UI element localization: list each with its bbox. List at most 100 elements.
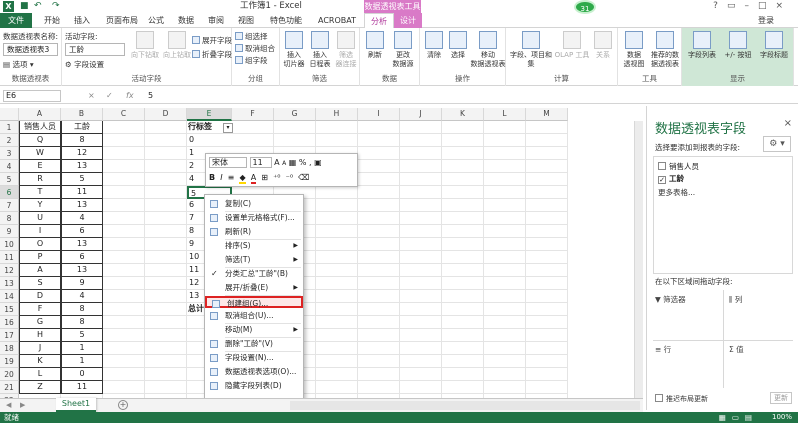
grid-cell[interactable]	[103, 316, 145, 329]
table-cell[interactable]: I	[19, 225, 61, 238]
grid-cell[interactable]	[358, 290, 400, 303]
grid-cell[interactable]	[316, 290, 358, 303]
update-button[interactable]: 更新	[770, 392, 792, 404]
grid-cell[interactable]	[442, 199, 484, 212]
menu-item[interactable]: 移动(M) ▶	[205, 324, 303, 336]
grid-cell[interactable]	[316, 355, 358, 368]
grid-cell[interactable]	[358, 160, 400, 173]
column-header[interactable]: E	[187, 108, 232, 121]
select-all-corner[interactable]	[0, 108, 19, 121]
grid-cell[interactable]	[145, 173, 187, 186]
percent-icon[interactable]: %	[299, 158, 307, 167]
grid-cell[interactable]	[484, 199, 526, 212]
grid-cell[interactable]	[145, 225, 187, 238]
row-header[interactable]: 7	[0, 199, 19, 212]
group-selection-button[interactable]: 组选择	[235, 32, 268, 42]
tab-home[interactable]: 开始	[38, 13, 66, 28]
tab-view[interactable]: 视图	[232, 13, 260, 28]
grid-cell[interactable]	[400, 381, 442, 394]
decrease-decimal-icon[interactable]: ⁻⁰	[286, 173, 293, 182]
grid-cell[interactable]	[484, 290, 526, 303]
grid-cell[interactable]	[358, 303, 400, 316]
view-mode-icons[interactable]: ▦▭▤	[719, 412, 758, 423]
grid-cell[interactable]	[526, 238, 568, 251]
grid-cell[interactable]	[145, 329, 187, 342]
grid-cell[interactable]	[316, 303, 358, 316]
redo-icon[interactable]: ↷	[52, 0, 60, 13]
grid-cell[interactable]	[316, 381, 358, 394]
grid-cell[interactable]	[400, 264, 442, 277]
table-cell[interactable]: G	[19, 316, 61, 329]
grid-cell[interactable]	[103, 160, 145, 173]
vertical-scrollbar[interactable]	[634, 121, 643, 398]
grid-cell[interactable]	[400, 342, 442, 355]
table-cell[interactable]: T	[19, 186, 61, 199]
column-header[interactable]: D	[145, 108, 187, 121]
grid-cell[interactable]	[145, 238, 187, 251]
column-header[interactable]: B	[61, 108, 103, 121]
grid-cell[interactable]	[358, 251, 400, 264]
drill-up-button[interactable]: 向上钻取	[160, 31, 194, 60]
eraser-icon[interactable]: ⌫	[298, 173, 309, 182]
grid-cell[interactable]	[103, 212, 145, 225]
grid-cell[interactable]	[358, 316, 400, 329]
table-cell[interactable]: 8	[61, 303, 103, 316]
table-cell[interactable]: A	[19, 264, 61, 277]
grid-cell[interactable]	[484, 251, 526, 264]
row-header[interactable]: 5	[0, 173, 19, 186]
row-header[interactable]: 17	[0, 329, 19, 342]
row-header[interactable]: 19	[0, 355, 19, 368]
menu-item[interactable]: 字段设置(N)...	[205, 352, 303, 364]
formula-input[interactable]: 5	[148, 90, 153, 102]
insert-slicer-button[interactable]: 插入 切片器	[280, 31, 308, 69]
grid-cell[interactable]	[400, 329, 442, 342]
fill-color-icon[interactable]: ◆	[239, 173, 246, 184]
filters-area[interactable]: ▼ 筛选器	[655, 294, 686, 305]
table-cell[interactable]: L	[19, 368, 61, 381]
table-cell[interactable]: 13	[61, 264, 103, 277]
grid-cell[interactable]	[526, 303, 568, 316]
grid-cell[interactable]	[358, 121, 400, 134]
grid-cell[interactable]	[526, 251, 568, 264]
filter-connections-button[interactable]: 筛选 器连接	[332, 31, 360, 69]
options-button[interactable]: ▤ 选项 ▾	[3, 59, 34, 70]
values-area[interactable]: Σ 值	[729, 344, 744, 355]
grid-cell[interactable]	[526, 134, 568, 147]
grid-cell[interactable]	[400, 147, 442, 160]
grid-cell[interactable]	[103, 381, 145, 394]
field-settings-button[interactable]: ⚙ 字段设置	[65, 59, 104, 70]
column-header[interactable]: K	[442, 108, 484, 121]
increase-decimal-icon[interactable]: ⁺⁰	[273, 173, 280, 182]
grid-cell[interactable]	[442, 186, 484, 199]
grid-cell[interactable]	[145, 316, 187, 329]
row-header[interactable]: 20	[0, 368, 19, 381]
font-size-select[interactable]: 11	[249, 157, 272, 168]
menu-item[interactable]: 创建组(G)...	[205, 296, 303, 308]
menu-item[interactable]: 复制(C)	[205, 198, 303, 210]
tab-review[interactable]: 审阅	[202, 13, 230, 28]
grid-cell[interactable]	[103, 264, 145, 277]
grid-cell[interactable]	[526, 186, 568, 199]
cancel-icon[interactable]: ×	[88, 90, 95, 102]
grid-cell[interactable]	[526, 368, 568, 381]
menu-item[interactable]: 设置单元格格式(F)...	[205, 212, 303, 224]
column-header[interactable]: C	[103, 108, 145, 121]
grid-cell[interactable]	[145, 160, 187, 173]
grid-cell[interactable]	[103, 147, 145, 160]
grid-cell[interactable]	[145, 134, 187, 147]
table-cell[interactable]: 0	[61, 368, 103, 381]
grid-cell[interactable]	[442, 342, 484, 355]
select-button[interactable]: 选择	[446, 31, 470, 60]
comma-icon[interactable]: ,	[309, 158, 312, 167]
defer-update[interactable]: 推迟布局更新	[655, 394, 708, 404]
row-header[interactable]: 8	[0, 212, 19, 225]
grid-cell[interactable]	[400, 199, 442, 212]
tab-acrobat[interactable]: ACROBAT	[312, 13, 362, 28]
add-sheet-icon[interactable]: +	[118, 400, 128, 410]
format-painter-icon[interactable]: ▣	[314, 158, 322, 167]
table-cell[interactable]: 5	[61, 173, 103, 186]
row-header[interactable]: 4	[0, 160, 19, 173]
grid-cell[interactable]	[316, 134, 358, 147]
more-tables-link[interactable]: 更多表格...	[658, 187, 695, 198]
insert-timeline-button[interactable]: 插入 日程表	[306, 31, 334, 69]
